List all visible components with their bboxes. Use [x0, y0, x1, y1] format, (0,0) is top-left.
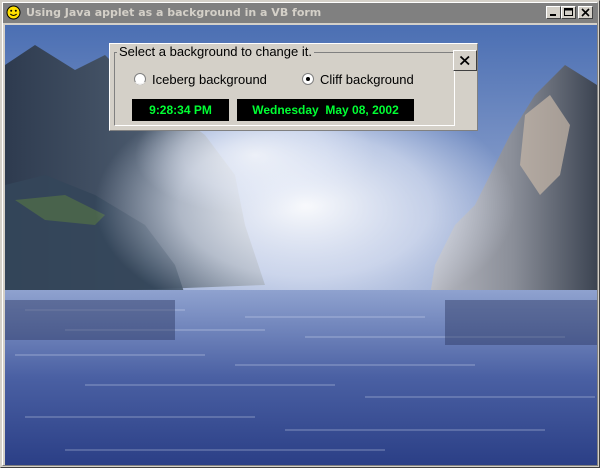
window-close-button[interactable]	[578, 6, 593, 19]
iceberg-background-label: Iceberg background	[152, 72, 267, 87]
panel-close-button[interactable]	[453, 50, 477, 71]
smiley-icon	[6, 5, 21, 20]
cliff-background-label: Cliff background	[320, 72, 414, 87]
maximize-icon	[564, 8, 573, 16]
background-selector-panel: Select a background to change it. Iceber…	[109, 43, 478, 131]
minimize-icon	[550, 14, 556, 16]
app-window: Using Java applet as a background in a V…	[0, 0, 600, 468]
close-icon	[459, 55, 470, 66]
close-icon	[581, 8, 590, 17]
titlebar[interactable]: Using Java applet as a background in a V…	[3, 3, 597, 23]
radio-unchecked-icon	[134, 73, 146, 85]
minimize-button[interactable]	[546, 6, 561, 19]
frame-caption: Select a background to change it.	[117, 44, 314, 59]
time-display: 9:28:34 PM	[132, 99, 229, 121]
radio-checked-icon	[302, 73, 314, 85]
maximize-button[interactable]	[561, 6, 576, 19]
date-display: Wednesday May 08, 2002	[237, 99, 414, 121]
window-title: Using Java applet as a background in a V…	[26, 6, 322, 19]
